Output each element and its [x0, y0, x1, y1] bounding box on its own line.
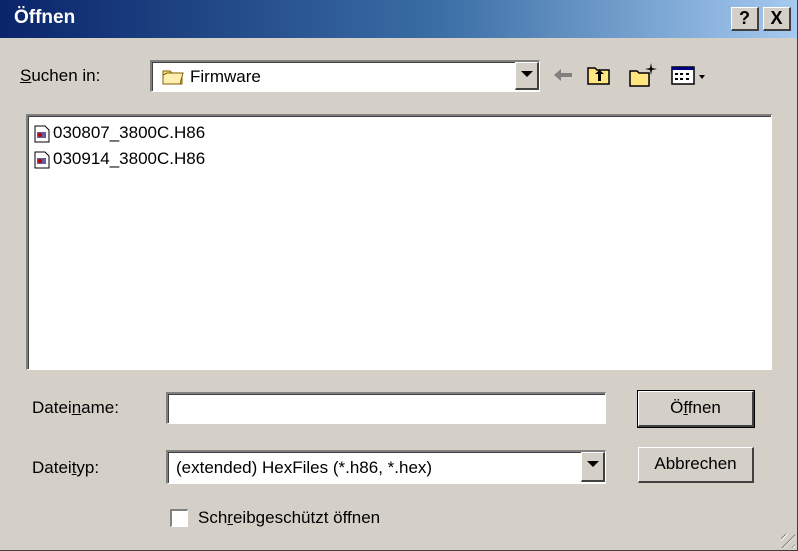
list-item[interactable]: 030807_3800C.H86	[34, 122, 205, 144]
filename-label-prefix: Datei	[32, 398, 72, 417]
filetype-combobox[interactable]: (extended) HexFiles (*.h86, *.hex)	[166, 450, 606, 484]
file-name: 030914_3800C.H86	[53, 149, 206, 168]
file-list[interactable]: 030807_3800C.H86 030914_3800C.H86	[26, 114, 772, 370]
look-in-label-accesskey: S	[20, 66, 32, 85]
open-button[interactable]: Öffnen	[637, 390, 755, 428]
look-in-combobox[interactable]: Firmware	[150, 60, 540, 92]
look-in-value: Firmware	[190, 67, 261, 86]
readonly-label[interactable]: Schreibgeschützt öffnen	[198, 508, 380, 528]
look-in-dropdown-button[interactable]	[515, 62, 539, 90]
filetype-label-suffix: yp:	[76, 458, 100, 477]
filetype-label: Dateityp:	[32, 458, 99, 478]
title-bar[interactable]: Öffnen ? X	[0, 0, 797, 38]
chevron-down-icon	[587, 461, 599, 467]
chevron-down-icon	[521, 71, 533, 77]
view-menu-icon[interactable]	[668, 60, 712, 90]
filetype-label-prefix: Datei	[32, 458, 72, 477]
look-in-label: Suchen in:	[20, 66, 100, 86]
readonly-label-prefix: Sch	[198, 508, 228, 527]
cancel-button[interactable]: Abbrechen	[638, 447, 754, 483]
open-dialog: Öffnen ? X Suchen in: Firmware 030807_38…	[0, 0, 798, 551]
back-arrow-icon[interactable]	[548, 60, 578, 90]
list-item[interactable]: 030914_3800C.H86	[34, 148, 205, 170]
folder-icon	[162, 70, 184, 85]
file-icon	[34, 151, 50, 169]
window-title: Öffnen	[14, 7, 76, 28]
filetype-dropdown-button[interactable]	[581, 452, 605, 482]
filename-label-suffix: ame:	[81, 398, 119, 417]
filename-label-accesskey: n	[71, 398, 82, 417]
file-icon	[34, 125, 50, 143]
readonly-checkbox[interactable]	[170, 509, 188, 527]
readonly-label-suffix: eibgeschützt öffnen	[232, 508, 381, 527]
close-button[interactable]: X	[763, 7, 791, 31]
filename-label: Dateiname:	[32, 398, 119, 418]
up-folder-icon[interactable]	[584, 60, 614, 90]
filetype-value: (extended) HexFiles (*.h86, *.hex)	[176, 458, 433, 477]
help-button[interactable]: ?	[731, 7, 759, 31]
resize-grip[interactable]	[781, 534, 795, 548]
new-folder-icon[interactable]	[626, 60, 660, 90]
file-name: 030807_3800C.H86	[53, 123, 206, 142]
look-in-label-suffix: uchen in:	[31, 66, 101, 85]
open-button-prefix: Ö	[670, 398, 684, 417]
filename-field[interactable]	[166, 392, 606, 424]
open-button-suffix: fnen	[687, 398, 721, 417]
